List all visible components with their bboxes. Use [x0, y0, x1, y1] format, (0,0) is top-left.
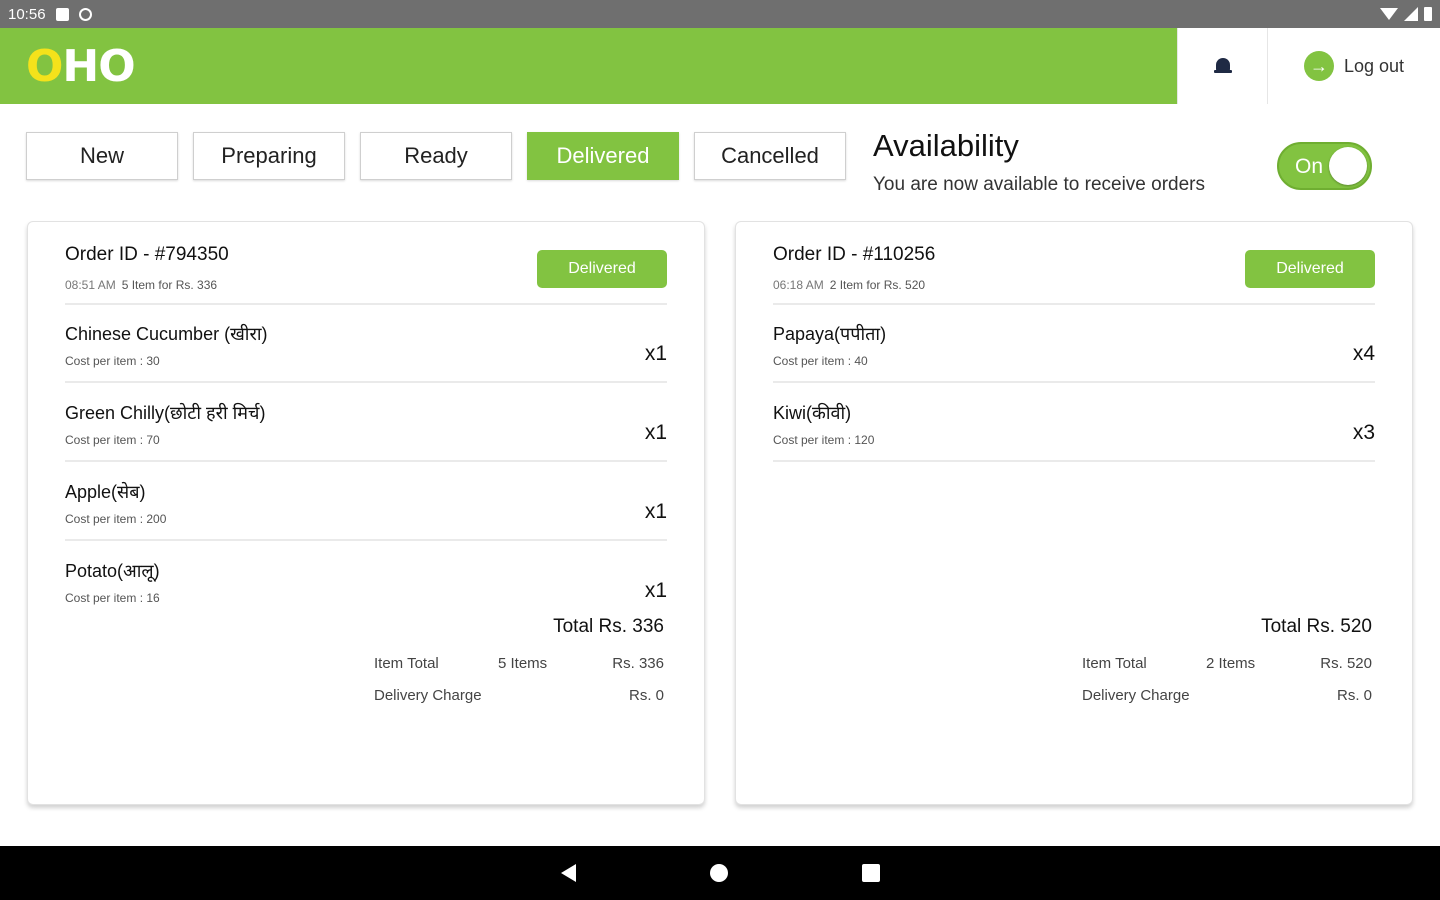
clock: 10:56 [8, 5, 46, 23]
tab-ready[interactable]: Ready [360, 132, 512, 180]
list-item: Apple(सेब) Cost per item : 200 x1 [65, 480, 667, 558]
item-name: Apple(सेब) [65, 482, 146, 502]
item-cost: Cost per item : 16 [65, 591, 160, 605]
item-cost: Cost per item : 200 [65, 512, 167, 526]
item-name: Chinese Cucumber (खीरा) [65, 324, 268, 344]
logo: O HO [26, 40, 136, 92]
order-summary: 5 Item for Rs. 336 [121, 278, 218, 292]
delivery-charge-row: Delivery Charge Rs. 0 [1082, 687, 1372, 704]
delivery-charge-label: Delivery Charge [374, 687, 482, 704]
item-cost: Cost per item : 70 [65, 433, 160, 447]
divider [773, 381, 1375, 383]
item-name: Papaya(पपीता) [773, 324, 887, 344]
bell-icon [1213, 56, 1232, 76]
home-icon[interactable] [709, 864, 728, 882]
order-time: 06:18 AM [773, 278, 824, 292]
divider [65, 460, 667, 462]
toggle-knob [1329, 147, 1367, 185]
tab-new[interactable]: New [26, 132, 178, 180]
order-time: 08:51 AM [65, 278, 116, 292]
list-item: Green Chilly(छोटी हरी मिर्च) Cost per it… [65, 401, 667, 479]
system-nav-bar [0, 846, 1440, 900]
item-qty: x1 [644, 579, 667, 602]
back-icon[interactable] [560, 864, 576, 882]
item-count: 5 Items [498, 655, 548, 672]
tab-preparing[interactable]: Preparing [193, 132, 345, 180]
item-qty: x1 [644, 421, 667, 444]
item-total-row: Item Total 2 Items Rs. 520 [1082, 655, 1372, 672]
item-qty: x4 [1352, 342, 1375, 365]
divider [65, 303, 667, 305]
item-cost: Cost per item : 40 [773, 354, 868, 368]
order-total: Total Rs. 336 [553, 616, 664, 637]
delivery-charge-label: Delivery Charge [1082, 687, 1190, 704]
item-qty: x3 [1352, 421, 1375, 444]
divider [65, 539, 667, 541]
brand-bar: O HO [0, 28, 1177, 104]
app-header: O HO → Log out [0, 28, 1440, 104]
item-total-value: Rs. 336 [612, 655, 664, 672]
battery-icon [1424, 7, 1432, 21]
status-bar: 10:56 [0, 0, 1440, 28]
item-cost: Cost per item : 30 [65, 354, 160, 368]
item-name: Potato(आलू) [65, 561, 160, 581]
wifi-icon [1380, 8, 1398, 20]
logout-icon: → [1303, 51, 1334, 81]
availability-title: Availability [873, 128, 1019, 163]
order-summary: 2 Item for Rs. 520 [829, 278, 926, 292]
list-item: Papaya(पपीता) Cost per item : 40 x4 [773, 322, 1375, 400]
delivery-charge-value: Rs. 0 [1336, 687, 1372, 704]
notifications-button[interactable] [1177, 28, 1267, 104]
item-name: Green Chilly(छोटी हरी मिर्च) [65, 403, 266, 423]
item-total-value: Rs. 520 [1320, 655, 1372, 672]
availability-subtitle: You are now available to receive orders [873, 174, 1205, 195]
toggle-label: On [1295, 155, 1324, 178]
order-card: Order ID - #794350 08:51 AM 5 Item for Rs… [27, 221, 705, 805]
availability-section: Availability You are now available to re… [873, 128, 1205, 196]
item-qty: x1 [644, 342, 667, 365]
tab-delivered[interactable]: Delivered [527, 132, 679, 180]
item-cost: Cost per item : 120 [773, 433, 875, 447]
logout-label: Log out [1343, 55, 1405, 76]
sync-icon [78, 7, 92, 21]
delivery-charge-row: Delivery Charge Rs. 0 [374, 687, 664, 704]
logout-button[interactable]: → Log out [1267, 28, 1440, 104]
signal-icon [1404, 7, 1418, 21]
item-total-label: Item Total [1082, 655, 1147, 672]
divider [773, 460, 1375, 462]
item-count: 2 Items [1206, 655, 1256, 672]
tab-cancelled[interactable]: Cancelled [694, 132, 846, 180]
status-badge: Delivered [1245, 250, 1375, 288]
list-item: Chinese Cucumber (खीरा) Cost per item : … [65, 322, 667, 400]
delivery-charge-value: Rs. 0 [628, 687, 664, 704]
list-item: Kiwi(कीवी) Cost per item : 120 x3 [773, 401, 1375, 479]
item-total-label: Item Total [374, 655, 439, 672]
item-total-row: Item Total 5 Items Rs. 336 [374, 655, 664, 672]
availability-toggle[interactable]: On [1277, 142, 1372, 190]
item-qty: x1 [644, 500, 667, 523]
order-card: Order ID - #110256 06:18 AM 2 Item for Rs… [735, 221, 1413, 805]
order-total: Total Rs. 520 [1261, 616, 1372, 637]
order-status-tabs: New Preparing Ready Delivered Cancelled [26, 132, 846, 180]
divider [773, 303, 1375, 305]
status-badge: Delivered [537, 250, 667, 288]
divider [65, 381, 667, 383]
recent-apps-icon[interactable] [861, 864, 880, 882]
item-name: Kiwi(कीवी) [773, 403, 852, 423]
notification-icon [55, 7, 69, 21]
